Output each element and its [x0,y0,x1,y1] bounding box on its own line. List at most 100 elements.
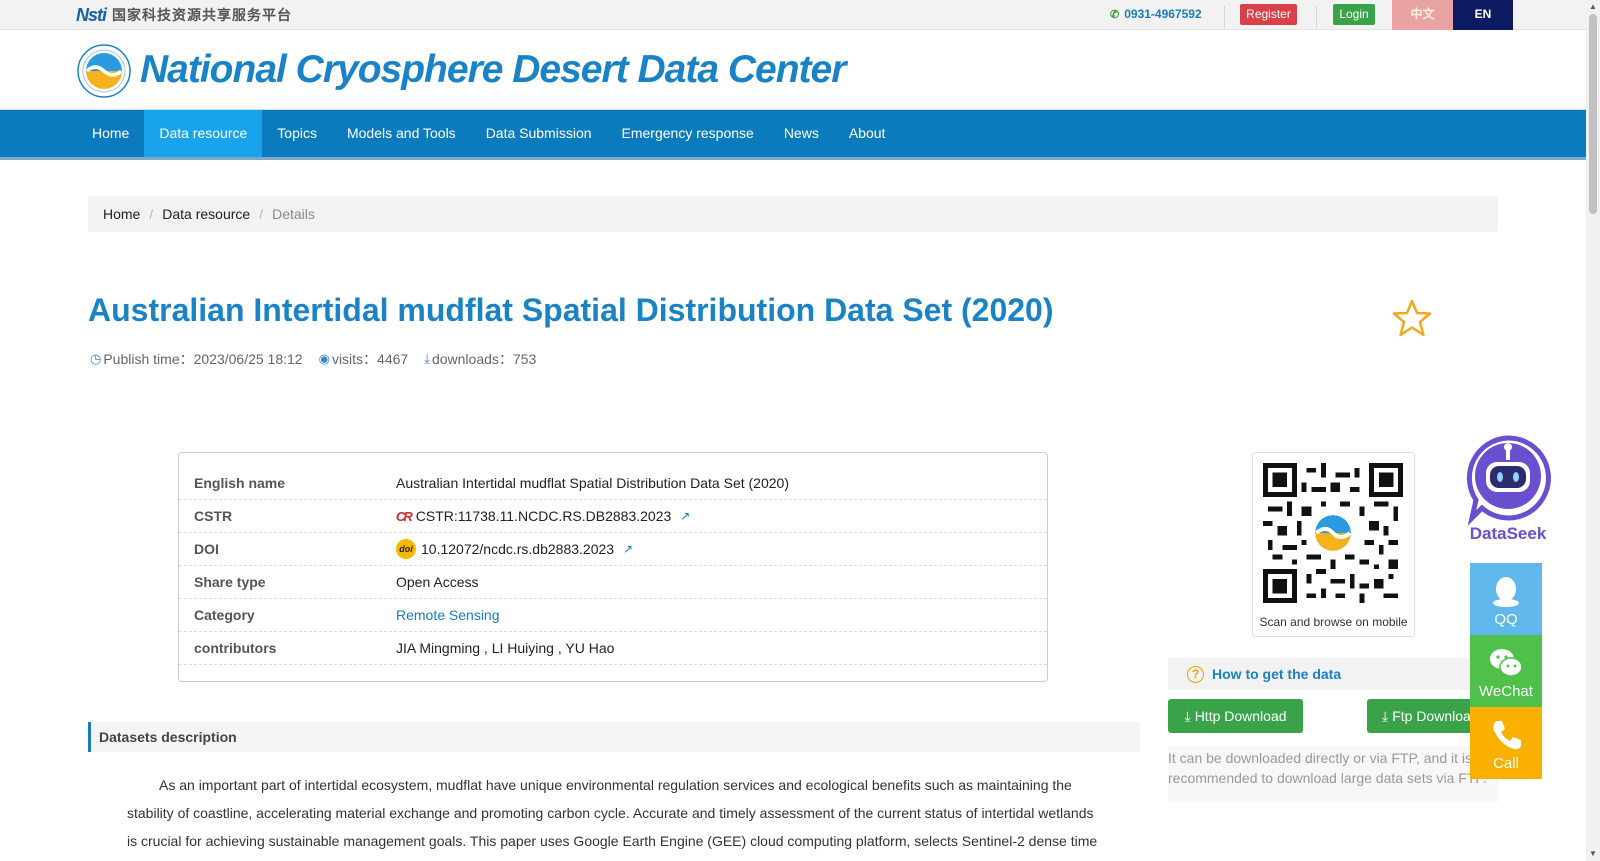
info-row-english-name: English name Australian Intertidal mudfl… [179,467,1047,500]
http-download-button[interactable]: ⤓ Http Download [1168,699,1303,733]
wechat-icon [1490,649,1523,677]
doi-icon: doi [396,539,416,559]
visits-text: visits：4467 [331,351,409,367]
scroll-down-arrow-icon[interactable]: ▼ [1589,850,1597,858]
description-heading: Datasets description [88,722,1140,752]
doi-value: 10.12072/ncdc.rs.db2883.2023 [421,541,615,557]
download-note: It can be downloaded directly or via FTP… [1168,746,1498,802]
site-title[interactable]: National Cryosphere Desert Data Center [140,48,846,92]
page: Nsti 国家科技资源共享服务平台 ✆ 0931-4967592 Registe… [0,0,1600,861]
info-value: CR CSTR:11738.11.NCDC.RS.DB2883.2023 ↗ [396,508,690,524]
info-value: JIA Mingming , LI Huiying , YU Hao [396,640,614,656]
nav-item-data-submission[interactable]: Data Submission [471,110,607,157]
call-label: Call [1493,755,1519,772]
qr-code-panel: Scan and browse on mobile [1252,452,1415,637]
top-bar: Nsti 国家科技资源共享服务平台 ✆ 0931-4967592 Registe… [0,0,1586,30]
qr-caption: Scan and browse on mobile [1259,615,1408,629]
info-value: Australian Intertidal mudflat Spatial Di… [396,475,789,491]
visits-count: ◉ visits：4467 [319,349,409,369]
cstr-icon: CR [396,508,413,524]
info-value: doi 10.12072/ncdc.rs.db2883.2023 ↗ [396,539,633,559]
breadcrumb-separator: / [259,206,264,222]
ftp-download-label: Ftp Download [1392,708,1479,724]
qq-label: QQ [1494,611,1518,628]
phone-icon: ✆ [1110,8,1120,21]
share-type-value: Open Access [396,574,479,590]
info-label: Share type [194,574,266,590]
qq-button[interactable]: QQ [1470,563,1542,635]
publish-time-text: Publish time：2023/06/25 18:12 [103,351,303,367]
info-value: Remote Sensing [396,607,500,623]
robot-icon [1466,435,1551,526]
how-to-get-data[interactable]: ? How to get the data [1168,658,1498,690]
lang-zh-button[interactable]: 中文 [1392,0,1453,30]
scroll-up-arrow-icon[interactable]: ▲ [1589,3,1597,11]
breadcrumb-separator: / [149,206,154,222]
external-link-icon[interactable]: ↗ [623,542,633,556]
scrollbar-thumb[interactable] [1589,14,1597,214]
clock-icon: ◷ [90,351,102,366]
info-label: CSTR [194,508,233,524]
english-name-value: Australian Intertidal mudflat Spatial Di… [396,475,789,491]
category-link[interactable]: Remote Sensing [396,607,500,623]
phone-number: 0931-4967592 [1124,7,1202,21]
downloads-text: downloads：753 [431,351,537,367]
info-row-doi: DOI doi 10.12072/ncdc.rs.db2883.2023 ↗ [179,533,1047,566]
breadcrumb-home[interactable]: Home [103,206,140,222]
register-button[interactable]: Register [1240,4,1297,25]
downloads-count: ⤓ downloads：753 [424,349,536,369]
download-icon: ⤓ [1382,707,1389,724]
star-icon[interactable] [1392,298,1432,338]
download-icon: ⤓ [1184,707,1191,724]
http-download-label: Http Download [1194,708,1287,724]
nav-item-data-resource[interactable]: Data resource [144,110,263,157]
info-row-category: Category Remote Sensing [179,599,1047,632]
nsti-logo[interactable]: Nsti 国家科技资源共享服务平台 [76,5,292,25]
wechat-label: WeChat [1479,683,1533,700]
breadcrumb-data-resource[interactable]: Data resource [162,206,250,222]
description-text: As an important part of intertidal ecosy… [127,777,1098,849]
divider [1316,6,1317,28]
nav-item-about[interactable]: About [834,110,901,157]
qq-icon [1493,577,1519,607]
qr-code-image [1263,463,1403,603]
contributors-value: JIA Mingming , LI Huiying , YU Hao [396,640,615,656]
publish-time: ◷ Publish time：2023/06/25 18:12 [90,349,303,369]
page-scrollbar[interactable]: ▲ ▼ [1586,0,1600,861]
nav-item-topics[interactable]: Topics [262,110,332,157]
call-button[interactable]: Call [1470,707,1542,779]
nav-item-news[interactable]: News [769,110,834,157]
phone-contact: ✆ 0931-4967592 [1110,7,1202,21]
download-icon: ⤓ [424,351,430,366]
login-button[interactable]: Login [1333,4,1375,25]
info-row-cstr: CSTR CR CSTR:11738.11.NCDC.RS.DB2883.202… [179,500,1047,533]
info-label: DOI [194,541,219,557]
info-row-share-type: Share type Open Access [179,566,1047,599]
info-value: Open Access [396,574,479,590]
cstr-value: CSTR:11738.11.NCDC.RS.DB2883.2023 [415,508,672,524]
dataseek-label: DataSeek [1469,524,1547,543]
platform-name: 国家科技资源共享服务平台 [112,7,293,23]
info-label: English name [194,475,286,491]
divider [1224,6,1225,28]
eye-icon: ◉ [318,351,330,366]
dataset-info-table: English name Australian Intertidal mudfl… [178,452,1048,682]
how-to-get-data-label: How to get the data [1212,666,1342,682]
info-label: Category [194,607,255,623]
nav-item-models-tools[interactable]: Models and Tools [332,110,471,157]
site-logo-icon[interactable] [77,44,131,98]
nav-item-home[interactable]: Home [77,110,144,157]
nav-item-emergency-response[interactable]: Emergency response [607,110,769,157]
breadcrumb: Home / Data resource / Details [88,196,1498,232]
lang-en-button[interactable]: EN [1453,0,1513,30]
dataset-meta: ◷ Publish time：2023/06/25 18:12 ◉ visits… [90,349,536,369]
info-label: contributors [194,640,277,656]
dataseek-widget[interactable]: DataSeek [1460,432,1556,543]
info-row-contributors: contributors JIA Mingming , LI Huiying ,… [179,632,1047,665]
external-link-icon[interactable]: ↗ [680,509,690,523]
wechat-button[interactable]: WeChat [1470,635,1542,707]
dataset-title: Australian Intertidal mudflat Spatial Di… [88,292,1054,328]
breadcrumb-details: Details [272,206,315,222]
question-circle-icon: ? [1187,665,1204,683]
nsti-logo-mark: Nsti [76,4,107,25]
